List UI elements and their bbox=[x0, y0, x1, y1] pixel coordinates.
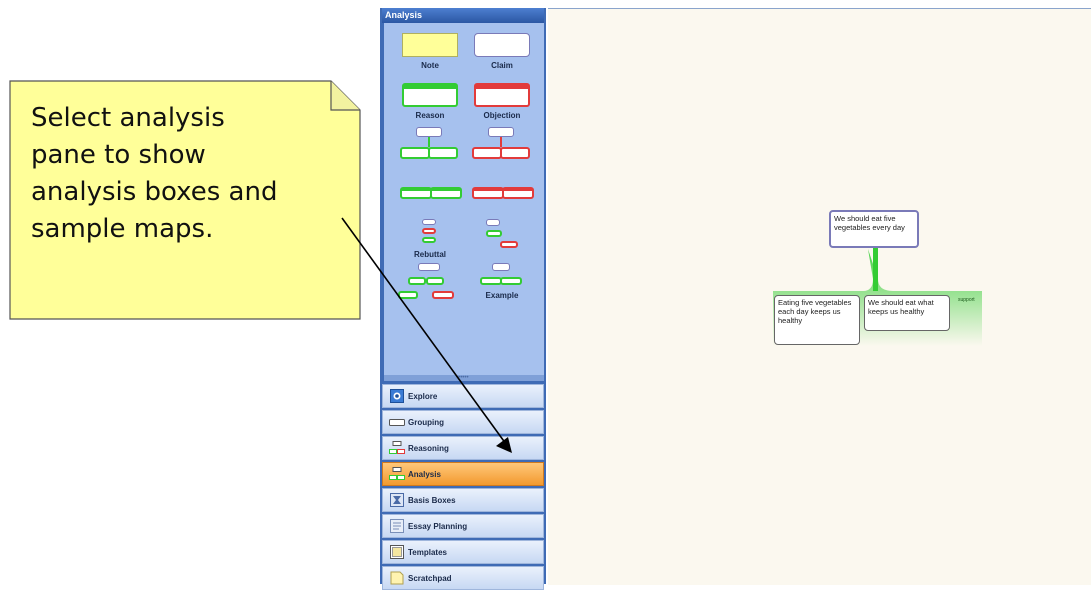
reasoning-icon bbox=[389, 440, 405, 456]
pane-splitter[interactable]: •••••• bbox=[384, 375, 544, 381]
analysis-icon bbox=[389, 466, 405, 482]
panel-title: Analysis bbox=[382, 8, 544, 23]
sample-claim-box bbox=[418, 263, 440, 271]
pane-nav: Explore Grouping Reasoning Analysis Basi… bbox=[382, 384, 544, 592]
essay-planning-icon bbox=[389, 518, 405, 534]
sample-stair-map[interactable] bbox=[484, 219, 524, 255]
sample-objection-map[interactable] bbox=[470, 127, 536, 165]
sample-objection-box bbox=[472, 187, 504, 199]
callout-text: Select analysis pane to show analysis bo… bbox=[31, 100, 351, 248]
reason-label: Reason bbox=[415, 111, 445, 120]
claim-box[interactable]: We should eat five vegetables every day bbox=[829, 210, 919, 248]
reason-box-left[interactable]: Eating five vegetables each day keeps us… bbox=[774, 295, 860, 345]
objection-template[interactable] bbox=[474, 83, 530, 107]
sample-claim-box bbox=[422, 219, 436, 225]
support-label: support bbox=[958, 297, 975, 303]
sample-reason-box bbox=[486, 230, 502, 237]
sample-claim-box bbox=[416, 127, 442, 137]
note-template[interactable] bbox=[402, 33, 458, 57]
sample-objection-box bbox=[500, 241, 518, 248]
nav-label: Essay Planning bbox=[408, 521, 468, 531]
nav-label: Reasoning bbox=[408, 443, 449, 453]
templates-icon bbox=[389, 544, 405, 560]
nav-label: Templates bbox=[408, 547, 447, 557]
sample-reason-box bbox=[430, 187, 462, 199]
callout-note: Select analysis pane to show analysis bo… bbox=[9, 80, 361, 320]
sample-reason-box bbox=[426, 277, 444, 285]
sample-reason-map[interactable] bbox=[398, 127, 464, 165]
sample-reason-pair[interactable] bbox=[400, 185, 464, 201]
sample-reason-box bbox=[500, 277, 522, 285]
analysis-panel: Analysis Note Claim Reason Objection Reb… bbox=[380, 8, 546, 590]
sample-reason-box bbox=[400, 147, 430, 159]
nav-item-essay-planning[interactable]: Essay Planning bbox=[382, 514, 544, 538]
sample-reason-box bbox=[480, 277, 502, 285]
sample-objection-box bbox=[432, 291, 454, 299]
callout-line: sample maps. bbox=[31, 214, 214, 244]
rebuttal-label: Rebuttal bbox=[414, 250, 446, 259]
nav-item-scratchpad[interactable]: Scratchpad bbox=[382, 566, 544, 590]
sample-complex-map[interactable] bbox=[398, 263, 464, 303]
sample-rebuttal-map[interactable] bbox=[416, 219, 446, 249]
nav-label: Basis Boxes bbox=[408, 495, 456, 505]
sample-connector bbox=[500, 137, 502, 147]
basis-boxes-icon bbox=[389, 492, 405, 508]
sample-claim-box bbox=[492, 263, 510, 271]
nav-label: Grouping bbox=[408, 417, 444, 427]
sample-claim-box bbox=[486, 219, 500, 226]
nav-item-analysis[interactable]: Analysis bbox=[382, 462, 544, 486]
reason-template[interactable] bbox=[402, 83, 458, 107]
nav-item-explore[interactable]: Explore bbox=[382, 384, 544, 408]
nav-item-templates[interactable]: Templates bbox=[382, 540, 544, 564]
nav-label: Analysis bbox=[408, 469, 441, 479]
nav-item-basis-boxes[interactable]: Basis Boxes bbox=[382, 488, 544, 512]
callout-line: analysis boxes and bbox=[31, 177, 278, 207]
sample-example-map[interactable] bbox=[478, 263, 534, 287]
map-canvas[interactable]: We should eat five vegetables every day … bbox=[548, 8, 1091, 585]
example-label: Example bbox=[485, 291, 519, 300]
claim-label: Claim bbox=[491, 61, 513, 70]
grouping-icon bbox=[389, 414, 405, 430]
nav-label: Explore bbox=[408, 391, 438, 401]
sample-claim-box bbox=[488, 127, 514, 137]
callout-line: Select analysis bbox=[31, 103, 225, 133]
callout-line: pane to show bbox=[31, 140, 206, 170]
sample-connector bbox=[428, 137, 430, 147]
note-label: Note bbox=[421, 61, 439, 70]
sample-objection-box bbox=[500, 147, 530, 159]
sample-objection-box bbox=[472, 147, 502, 159]
sample-objection-box bbox=[422, 228, 436, 234]
reason-box-right[interactable]: We should eat what keeps us healthy bbox=[864, 295, 950, 331]
splitter-grip-icon: •••••• bbox=[456, 375, 469, 381]
analysis-palette: Note Claim Reason Objection Rebuttal Exa… bbox=[384, 23, 545, 375]
objection-label: Objection bbox=[483, 111, 521, 120]
sample-reason-box bbox=[398, 291, 418, 299]
nav-item-grouping[interactable]: Grouping bbox=[382, 410, 544, 434]
explore-icon bbox=[389, 388, 405, 404]
sample-reason-box bbox=[400, 187, 432, 199]
sample-reason-box bbox=[422, 237, 436, 243]
sample-objection-pair[interactable] bbox=[472, 185, 536, 201]
sample-reason-box bbox=[428, 147, 458, 159]
claim-template[interactable] bbox=[474, 33, 530, 57]
nav-label: Scratchpad bbox=[408, 573, 452, 583]
nav-item-reasoning[interactable]: Reasoning bbox=[382, 436, 544, 460]
sample-objection-box bbox=[502, 187, 534, 199]
sample-reason-box bbox=[408, 277, 426, 285]
